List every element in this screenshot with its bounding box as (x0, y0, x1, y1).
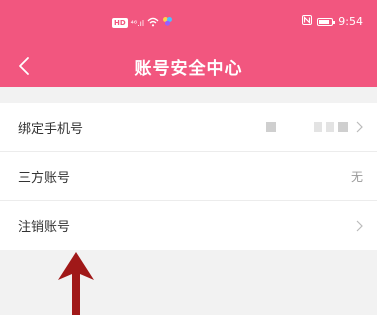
wifi-icon (147, 17, 159, 30)
battery-fill (319, 19, 330, 24)
battery-icon (317, 17, 336, 26)
settings-item-right: 无 (351, 152, 363, 200)
status-right: 9:54 (302, 15, 363, 28)
section-gap (0, 87, 377, 103)
status-bar: HD ⁴⁶.ıl 9:54 (0, 0, 377, 46)
masked-phone (266, 122, 348, 132)
settings-item-value: 无 (350, 169, 363, 184)
clock: 9:54 (338, 15, 363, 28)
settings-item-third-party-accounts[interactable]: 三方账号 无 (0, 152, 377, 201)
chevron-right-icon (356, 220, 363, 232)
settings-item-right (356, 201, 363, 250)
settings-item-delete-account[interactable]: 注销账号 (0, 201, 377, 250)
settings-item-right (266, 103, 363, 151)
mask-block (326, 122, 334, 132)
settings-item-label: 三方账号 (18, 170, 71, 186)
status-indicators: HD ⁴⁶.ıl (112, 16, 173, 30)
settings-item-label: 注销账号 (18, 220, 71, 235)
page-title: 账号安全中心 (134, 59, 243, 79)
settings-list: 绑定手机号 三方账号 无 注销账号 (0, 103, 377, 250)
chevron-right-icon (356, 121, 363, 133)
signal-icon: ⁴⁶.ıl (130, 18, 145, 28)
nfc-icon (302, 15, 313, 28)
app-notification-icon (162, 16, 173, 30)
settings-item-bind-phone[interactable]: 绑定手机号 (0, 103, 377, 152)
annotation-arrow-up-icon (58, 252, 94, 315)
hd-badge: HD (112, 18, 128, 28)
mask-block (314, 122, 322, 132)
mask-block (266, 122, 276, 132)
app-header: HD ⁴⁶.ıl 9:54 账号安全中心 (0, 0, 377, 87)
settings-item-label: 绑定手机号 (18, 121, 84, 137)
mask-block (338, 122, 348, 132)
